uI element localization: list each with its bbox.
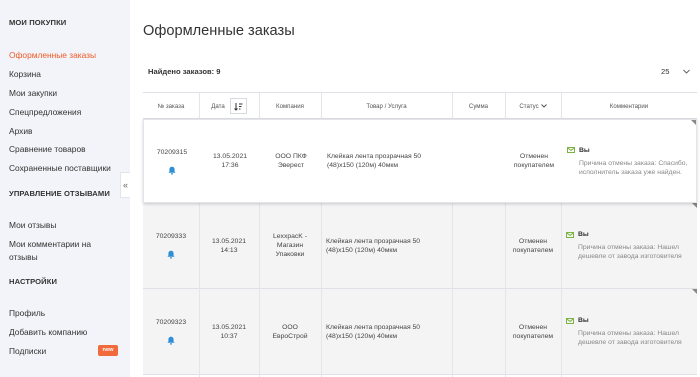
product-cell[interactable]: Клейкая лента прозрачная 50 (48)х150 (12… xyxy=(321,203,452,288)
table-header: № заказа Дата Компания Товар / Услуга Су… xyxy=(143,93,697,119)
table-row[interactable]: 70209333 13.05.2021 14:13 LexxpacK - Маг… xyxy=(143,203,697,289)
per-page-value: 25 xyxy=(661,67,670,76)
date-cell: 13.05.2021 17:36 xyxy=(212,153,248,169)
sort-icon xyxy=(233,102,243,111)
comment-author: Вы xyxy=(578,231,589,238)
col-header-status-label: Статус xyxy=(519,102,539,110)
order-number: 70209315 xyxy=(156,148,188,156)
comment-text: Причина отмены заказа: Нашел дешевле от … xyxy=(578,244,682,260)
sidebar-item-compare[interactable]: Сравнение товаров xyxy=(9,144,86,155)
col-header-date: Дата xyxy=(199,93,259,119)
status-cell: Отменен покупателем xyxy=(513,153,555,169)
sidebar-item-archive[interactable]: Архив xyxy=(9,126,32,137)
sidebar-item-my-comments[interactable]: Мои комментарии на отзывы xyxy=(9,238,121,264)
corner-triangle-icon xyxy=(692,289,697,294)
main-content: Оформленные заказы Найдено заказов: 9 25… xyxy=(130,0,700,377)
sidebar: МОИ ПОКУПКИ Оформленные заказы Корзина М… xyxy=(0,0,130,377)
company-cell[interactable]: ООО ЕвроСтрой xyxy=(259,289,321,374)
sum-cell xyxy=(452,289,505,374)
envelope-icon xyxy=(566,231,574,238)
chevron-down-icon xyxy=(683,69,690,74)
date-cell: 13.05.2021 10:37 xyxy=(211,323,247,340)
col-header-order: № заказа xyxy=(157,102,185,110)
sum-cell xyxy=(453,120,506,202)
table-row[interactable]: 70209315 13.05.2021 17:36 ООО ПКФ Эверес… xyxy=(143,119,697,203)
product-cell[interactable]: Клейкая лента прозрачная 50 (48)х150 (12… xyxy=(322,120,453,202)
section-title-reviews: УПРАВЛЕНИЕ ОТЗЫВАМИ xyxy=(9,189,110,198)
orders-table: № заказа Дата Компания Товар / Услуга Су… xyxy=(143,92,697,377)
col-header-company: Компания xyxy=(276,102,304,110)
order-number-cell: 70209315 xyxy=(144,120,200,202)
table-row[interactable]: 70209323 13.05.2021 10:37 ООО ЕвроСтрой … xyxy=(143,289,697,375)
new-badge: new xyxy=(98,345,118,356)
collapse-sidebar-button[interactable]: « xyxy=(120,172,130,198)
status-cell: Отменен покупателем xyxy=(512,323,554,340)
section-title-purchases: МОИ ПОКУПКИ xyxy=(9,18,67,27)
col-header-date-label: Дата xyxy=(211,102,225,110)
sidebar-item-add-company[interactable]: Добавить компанию xyxy=(9,327,87,338)
bell-icon[interactable] xyxy=(167,250,175,259)
comment-text: Причина отмены заказа: Нашел дешевле от … xyxy=(578,330,682,346)
date-cell: 13.05.2021 14:13 xyxy=(211,237,247,254)
order-number-cell: 70209333 xyxy=(143,203,199,288)
comment-author: Вы xyxy=(579,146,590,154)
comment-cell: Вы Причина отмены заказа: Нашел дешевле … xyxy=(561,203,697,288)
col-header-comments: Комментарии xyxy=(609,102,649,110)
envelope-icon xyxy=(566,317,574,324)
bell-icon[interactable] xyxy=(167,336,175,345)
col-header-product: Товар / Услуга xyxy=(366,102,407,110)
comment-author: Вы xyxy=(578,317,589,324)
col-header-status[interactable]: Статус xyxy=(505,93,561,119)
comment-text: Причина отмены заказа: Спасибо, исполнит… xyxy=(579,159,688,176)
sidebar-item-my-purchases[interactable]: Мои закупки xyxy=(9,88,57,99)
order-number-cell: 70209323 xyxy=(143,289,199,374)
bell-icon[interactable] xyxy=(168,166,176,175)
company-cell[interactable]: ООО ПКФ Эверест xyxy=(260,120,322,202)
order-number: 70209333 xyxy=(155,233,187,240)
order-number: 70209323 xyxy=(155,319,187,326)
sidebar-item-saved-suppliers[interactable]: Сохраненные поставщики xyxy=(9,163,111,174)
comment-cell: Вы Причина отмены заказа: Спасибо, испол… xyxy=(562,120,698,202)
section-title-settings: НАСТРОЙКИ xyxy=(9,277,58,286)
per-page-select[interactable]: 25 xyxy=(657,64,693,79)
comment-cell: Вы Причина отмены заказа: Нашел дешевле … xyxy=(561,289,697,374)
sidebar-item-profile[interactable]: Профиль xyxy=(9,308,45,319)
chevron-down-icon xyxy=(540,104,547,108)
product-cell[interactable]: Клейкая лента прозрачная 50 (48)х150 (12… xyxy=(321,289,452,374)
corner-triangle-icon xyxy=(691,120,696,125)
sidebar-item-special-offers[interactable]: Спецпредложения xyxy=(9,107,81,118)
corner-triangle-icon xyxy=(692,203,697,208)
sidebar-item-subscriptions[interactable]: Подписки xyxy=(9,346,46,357)
sidebar-item-cart[interactable]: Корзина xyxy=(9,69,41,80)
company-cell[interactable]: LexxpacK - Магазин Упаковки xyxy=(259,203,321,288)
date-sort-button[interactable] xyxy=(229,98,247,114)
sum-cell xyxy=(452,203,505,288)
sidebar-item-placed-orders[interactable]: Оформленные заказы xyxy=(9,50,96,61)
double-chevron-left-icon: « xyxy=(122,180,128,190)
status-cell: Отменен покупателем xyxy=(512,237,554,254)
sidebar-item-my-reviews[interactable]: Мои отзывы xyxy=(9,220,56,231)
page-title: Оформленные заказы xyxy=(143,23,295,39)
envelope-icon xyxy=(567,147,575,153)
orders-found-count: Найдено заказов: 9 xyxy=(148,67,221,76)
col-header-sum: Сумма xyxy=(468,102,489,110)
